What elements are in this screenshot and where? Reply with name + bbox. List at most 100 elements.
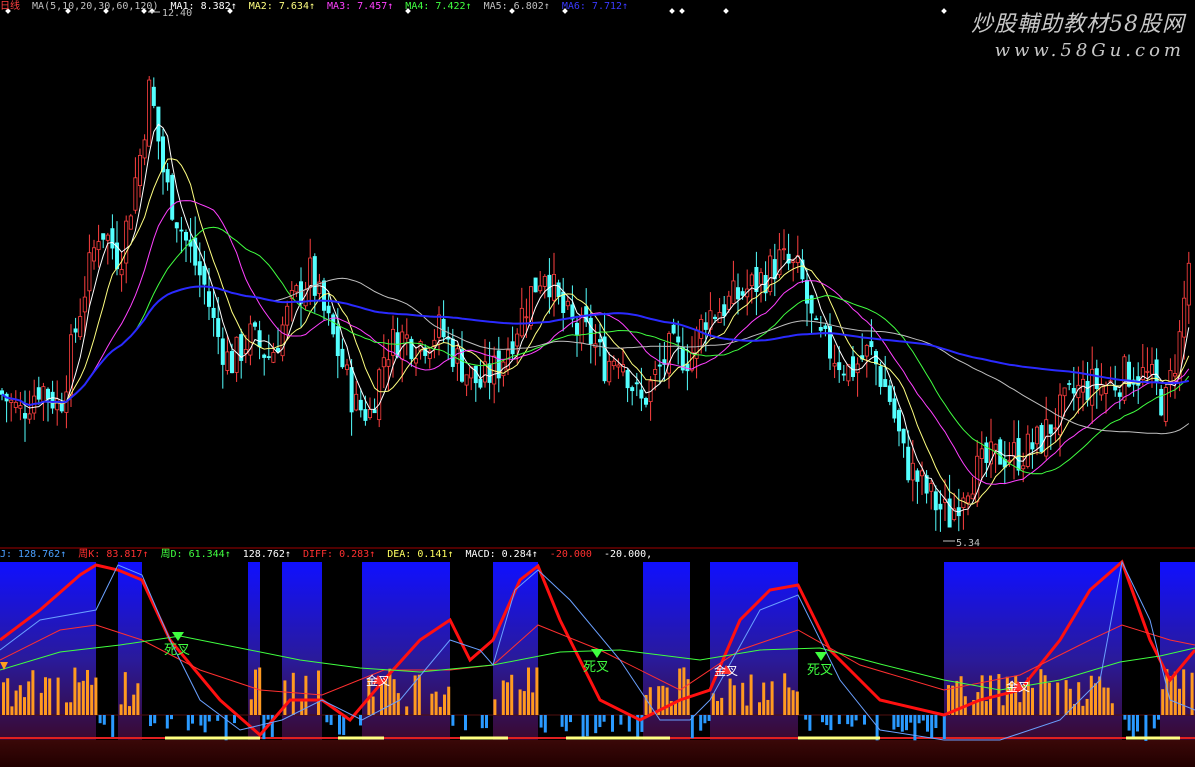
volume-bar-down — [594, 715, 598, 734]
volume-bar-down — [837, 715, 841, 725]
volume-bar-up — [1043, 675, 1047, 715]
candle-down — [1085, 380, 1090, 401]
volume-bar-down — [804, 715, 808, 720]
golden-cross-label: 金叉 — [714, 663, 738, 678]
volume-bar-up — [501, 680, 505, 715]
volume-bar-up — [493, 699, 497, 715]
candle-down — [441, 318, 446, 338]
candle-up — [1035, 426, 1040, 445]
volume-bar-down — [329, 715, 333, 725]
volume-bar-up — [31, 670, 35, 715]
volume-bar-down — [111, 715, 115, 737]
volume-bar-up — [1031, 687, 1034, 715]
volume-bar-up — [749, 674, 753, 715]
volume-bar-down — [930, 715, 934, 739]
candle-up — [41, 386, 46, 403]
candle-up — [524, 316, 529, 319]
volume-bar-up — [65, 702, 68, 715]
candle-up — [1053, 427, 1058, 430]
volume-bar-up — [128, 706, 131, 715]
candle-down — [915, 470, 920, 482]
volume-bar-down — [934, 715, 938, 729]
volume-bar-up — [2, 682, 5, 715]
candle-down — [634, 382, 639, 385]
candle-down — [644, 398, 649, 405]
volume-bar-up — [976, 692, 980, 715]
candle-down — [252, 322, 257, 327]
volume-bar-down — [627, 715, 631, 732]
volume-bar-up — [392, 679, 396, 715]
candle-up — [542, 275, 547, 287]
candle-down — [220, 338, 225, 365]
volume-bar-up — [732, 685, 736, 715]
watermark-title: 炒股輔助教材58股网 — [971, 12, 1185, 37]
indicator-pane: 死叉死叉 死叉金叉金叉金叉 — [0, 559, 1195, 767]
candle-down — [533, 277, 538, 293]
volume-bar-down — [207, 715, 211, 722]
candle-down — [165, 169, 170, 183]
volume-bar-down — [191, 715, 194, 724]
candle-up — [294, 285, 299, 293]
volume-bar-up — [405, 706, 409, 715]
volume-bar-up — [23, 697, 26, 715]
candle-up — [404, 334, 409, 339]
volume-bar-up — [766, 699, 770, 715]
volume-bar-down — [921, 715, 925, 721]
candle-down — [740, 291, 745, 296]
candle-up — [92, 247, 97, 262]
candle-up — [961, 497, 966, 509]
candle-up — [1145, 370, 1150, 373]
candle-down — [713, 316, 718, 319]
volume-bar-down — [581, 715, 585, 739]
candle-up — [855, 363, 860, 374]
candle-up — [354, 393, 359, 411]
signal-marker — [723, 8, 729, 14]
volume-bar-down — [338, 715, 341, 735]
volume-bar-up — [648, 687, 652, 715]
volume-bar-up — [678, 668, 682, 715]
volume-bar-up — [1056, 682, 1060, 715]
candle-down — [266, 356, 271, 358]
kline-chart[interactable]: 死叉 死叉 死叉 金叉 金叉 金叉 12.40 5.34 日线 MA(5,10,20,30… — [0, 0, 1195, 767]
candle-up — [791, 260, 796, 263]
volume-bar-up — [81, 680, 85, 715]
candle-up — [1182, 297, 1187, 338]
ma4-value: MA4: 7.422↑ — [405, 1, 472, 12]
candle-up — [432, 339, 437, 347]
candle-down — [897, 410, 902, 432]
volume-bar-up — [10, 706, 14, 715]
volume-bar-up — [783, 673, 787, 715]
period-label: 日线 — [0, 1, 20, 12]
candle-up — [455, 348, 460, 364]
volume-bar-down — [850, 715, 854, 727]
volume-bar-down — [585, 715, 589, 737]
candle-down — [657, 364, 662, 367]
ma6-value: MA6: 7.712↑ — [561, 1, 629, 12]
dead-cross-marker — [591, 649, 603, 658]
volume-bar-up — [86, 669, 89, 715]
candle-up — [133, 177, 138, 211]
volume-bar-up — [518, 689, 522, 715]
candle-up — [105, 234, 110, 241]
volume-bar-up — [787, 687, 791, 715]
candle-up — [979, 448, 984, 459]
volume-bar-down — [892, 715, 896, 730]
neg20-value-a: -20.000 — [549, 549, 592, 560]
candle-up — [929, 482, 934, 492]
volume-bar-up — [527, 667, 530, 715]
candle-up — [280, 324, 285, 357]
volume-bar-up — [745, 705, 749, 715]
golden-cross-label: 金叉 — [1006, 679, 1030, 694]
candle-up — [565, 300, 570, 307]
d-value: 周D: 61.344↑ — [160, 549, 231, 560]
candle-up — [464, 374, 469, 386]
candle-up — [1021, 465, 1026, 470]
candle-down — [1067, 383, 1072, 385]
volume-bar-down — [203, 715, 207, 733]
candle-down — [197, 261, 202, 276]
volume-bar-down — [598, 715, 602, 728]
candle-down — [1113, 385, 1118, 391]
chart-canvas: 死叉死叉 死叉金叉金叉金叉 12.40 5.34 — [0, 8, 1195, 767]
candle-up — [966, 495, 971, 504]
kdj-band — [0, 562, 96, 740]
